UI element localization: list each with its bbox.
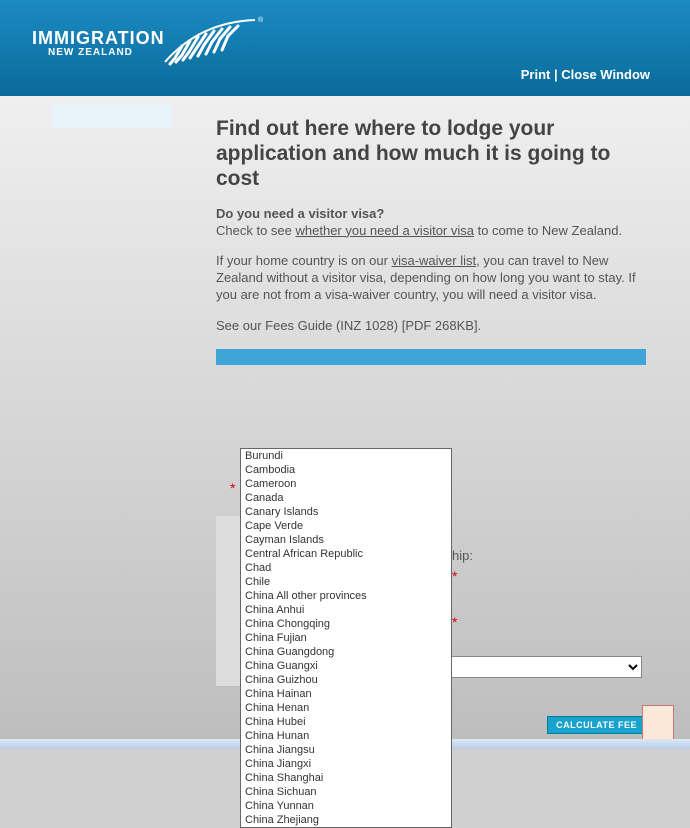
subheading: Do you need a visitor visa? (216, 206, 646, 221)
country-option[interactable]: Chad (241, 561, 451, 575)
country-option[interactable]: China Chongqing (241, 617, 451, 631)
watermark-stamp-icon (642, 705, 674, 741)
sidebar-placeholder (52, 104, 172, 128)
logo: IMMIGRATION NEW ZEALAND (32, 28, 165, 58)
fern-icon: ® (160, 12, 270, 71)
country-option[interactable]: Canada (241, 491, 451, 505)
country-option[interactable]: Chile (241, 575, 451, 589)
visitor-visa-link[interactable]: whether you need a visitor visa (296, 223, 474, 238)
fees-guide: See our Fees Guide (INZ 1028) [PDF 268KB… (216, 318, 646, 335)
country-option[interactable]: Cayman Islands (241, 533, 451, 547)
required-mark-2: * (452, 568, 457, 584)
calculate-fee-button[interactable]: CALCULATE FEE (547, 716, 646, 734)
brand-line1: IMMIGRATION (32, 28, 165, 49)
country-option[interactable]: Cambodia (241, 463, 451, 477)
country-option[interactable]: Cameroon (241, 477, 451, 491)
section-bar (216, 349, 646, 365)
required-mark-1: * (230, 480, 235, 496)
country-option[interactable]: China Guizhou (241, 673, 451, 687)
separator: | (554, 67, 558, 82)
page-title: Find out here where to lodge your applic… (216, 116, 646, 192)
country-option[interactable]: China Henan (241, 701, 451, 715)
field-label-fragment: hip: (452, 548, 473, 563)
visa-waiver-link[interactable]: visa-waiver list (392, 253, 477, 268)
country-option[interactable]: Burundi (241, 449, 451, 463)
country-option[interactable]: China Hainan (241, 687, 451, 701)
country-option[interactable]: China Jiangsu (241, 743, 451, 757)
country-option[interactable]: China Hunan (241, 729, 451, 743)
country-option[interactable]: China Zhejiang (241, 813, 451, 827)
intro-p2: If your home country is on our visa-waiv… (216, 253, 646, 304)
country-option[interactable]: China Sichuan (241, 785, 451, 799)
required-mark-3: * (452, 614, 457, 630)
country-option[interactable]: China Yunnan (241, 799, 451, 813)
app-header: IMMIGRATION NEW ZEALAND ® Print | Close … (0, 0, 690, 96)
country-dropdown-list[interactable]: BurundiCambodiaCameroonCanadaCanary Isla… (240, 448, 452, 828)
header-links: Print | Close Window (521, 67, 650, 82)
country-option[interactable]: Central African Republic (241, 547, 451, 561)
page-body: Find out here where to lodge your applic… (0, 96, 690, 749)
country-option[interactable]: China Fujian (241, 631, 451, 645)
country-option[interactable]: Canary Islands (241, 505, 451, 519)
main-content: Find out here where to lodge your applic… (216, 116, 646, 365)
country-option[interactable]: China Guangdong (241, 645, 451, 659)
country-option[interactable]: Cape Verde (241, 519, 451, 533)
country-option[interactable]: China All other provinces (241, 589, 451, 603)
close-window-link[interactable]: Close Window (561, 67, 650, 82)
country-option[interactable]: China Shanghai (241, 771, 451, 785)
country-option[interactable]: China Guangxi (241, 659, 451, 673)
print-link[interactable]: Print (521, 67, 551, 82)
country-option[interactable]: China Hubei (241, 715, 451, 729)
country-option[interactable]: China Jiangxi (241, 757, 451, 771)
svg-text:®: ® (258, 16, 264, 24)
intro-p1: Check to see whether you need a visitor … (216, 223, 646, 240)
country-option[interactable]: China Anhui (241, 603, 451, 617)
